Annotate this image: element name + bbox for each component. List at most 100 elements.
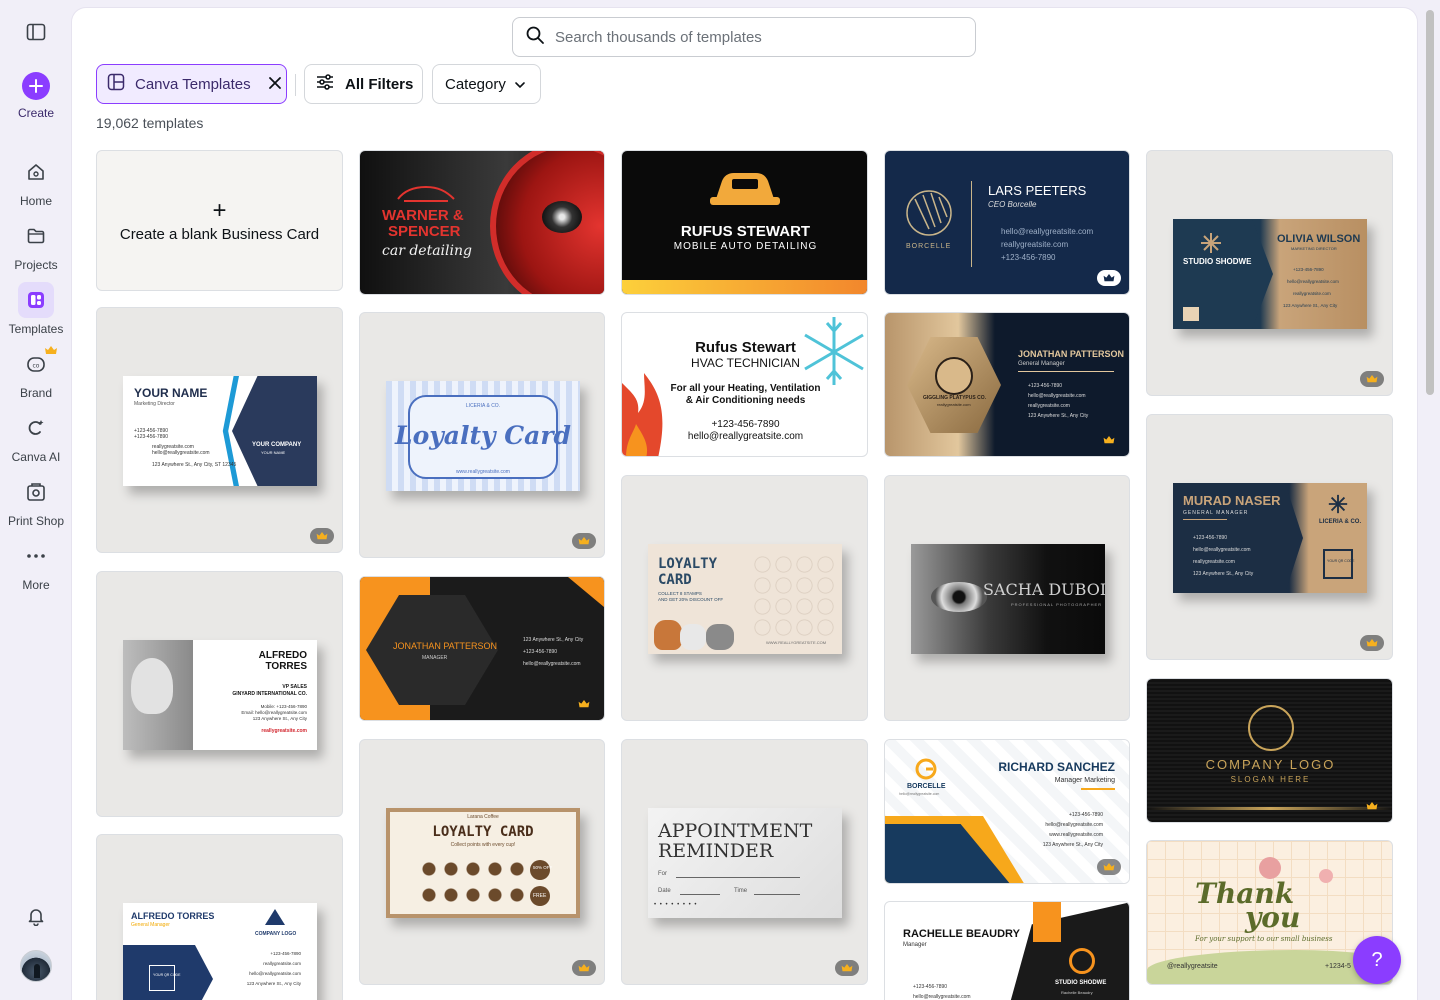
template-card-jonathan-patterson-orange[interactable]: JONATHAN PATTERSON MANAGER 123 Anywhere … xyxy=(359,576,605,721)
category-dropdown[interactable]: Category xyxy=(432,64,541,104)
card-field-label: For xyxy=(658,871,667,877)
card-preview: Larana Coffee LOYALTY CARD Collect point… xyxy=(386,808,580,918)
card-email: hello@reallygreatsite.com xyxy=(1001,227,1094,236)
template-card-company-logo[interactable]: COMPANY LOGO SLOGAN HERE xyxy=(1146,678,1393,823)
card-role: PROFESSIONAL PHOTOGRAPHER xyxy=(1011,602,1103,607)
card-preview: ALFREDO TORRES VP SALES GINYARD INTERNAT… xyxy=(123,640,317,750)
card-role: VP SALES xyxy=(282,684,307,690)
card-phone: +123-456-7890 xyxy=(1293,267,1324,272)
toggle-sidebar-button[interactable] xyxy=(0,14,72,50)
template-card-alfredo-torres-2[interactable]: ALFREDO TORRES General Manager COMPANY L… xyxy=(96,834,343,1000)
card-web: reallygreatsite.com xyxy=(937,402,971,407)
category-label: Category xyxy=(445,75,506,93)
all-filters-label: All Filters xyxy=(345,75,414,93)
card-preview: YOUR NAME Marketing Director +123-456-78… xyxy=(123,376,317,486)
template-card-sacha-dubois[interactable]: SACHA DUBOIS PROFESSIONAL PHOTOGRAPHER xyxy=(884,475,1130,721)
template-card-rufus-stewart-hvac[interactable]: Rufus Stewart HVAC TECHNICIAN For all yo… xyxy=(621,312,868,457)
all-filters-button[interactable]: All Filters xyxy=(304,64,423,104)
card-name: RUFUS STEWART xyxy=(680,223,811,240)
card-address: 123 Anywhere St., Any City xyxy=(1283,303,1338,308)
template-card-richard-sanchez[interactable]: BORCELLE hello@reallygreatsite.com RICHA… xyxy=(884,739,1130,884)
template-card-loyalty-card-blue[interactable]: LICERIA & CO. Loyalty Card www.reallygre… xyxy=(359,312,605,558)
template-card-jonathan-patterson-gold[interactable]: GIGGLING PLATYPUS CO. reallygreatsite.co… xyxy=(884,312,1130,457)
print-shop-icon xyxy=(18,474,54,510)
scrollbar[interactable] xyxy=(1426,10,1434,395)
card-preview: STUDIO SHODWE OLIVIA WILSON MARKETING DI… xyxy=(1173,219,1367,329)
card-title: Loyalty Card xyxy=(394,421,571,450)
studio-logo-icon xyxy=(1201,233,1221,253)
nav-home[interactable]: Home xyxy=(0,154,72,208)
card-brand: BORCELLE xyxy=(906,243,952,250)
card-email: hello@reallygreatsite.com xyxy=(1287,279,1339,284)
card-title: LOYALTY xyxy=(658,556,718,572)
template-card-rachelle-beaudry[interactable]: RACHELLE BEAUDRY Manager +123-456-7890 h… xyxy=(884,901,1130,1000)
card-brand-sub: Rachelle Beaudry xyxy=(1061,990,1093,995)
card-role: MANAGER xyxy=(422,655,448,661)
template-card-warner-spencer[interactable]: WARNER & SPENCER car detailing xyxy=(359,150,605,295)
template-card-rufus-stewart-auto[interactable]: RUFUS STEWART MOBILE AUTO DETAILING xyxy=(621,150,868,295)
premium-crown-icon xyxy=(45,343,57,361)
card-preview: SACHA DUBOIS PROFESSIONAL PHOTOGRAPHER xyxy=(911,544,1105,654)
canva-templates-filter-chip[interactable]: Canva Templates xyxy=(96,64,287,104)
premium-crown-icon xyxy=(572,533,596,549)
card-name: JONATHAN PATTERSON xyxy=(1018,349,1125,359)
search-input[interactable] xyxy=(555,28,955,46)
templates-panel: Canva Templates All Filters Category 19,… xyxy=(72,8,1417,1000)
brand-label: Brand xyxy=(19,386,53,400)
template-card-loyalty-card-coffee[interactable]: Larana Coffee LOYALTY CARD Collect point… xyxy=(359,739,605,985)
premium-crown-icon xyxy=(572,960,596,976)
nav-canva-ai[interactable]: Canva AI xyxy=(0,410,72,464)
template-card-alfredo-torres[interactable]: ALFREDO TORRES VP SALES GINYARD INTERNAT… xyxy=(96,571,343,817)
card-preview: LICERIA & CO. Loyalty Card www.reallygre… xyxy=(386,381,580,491)
card-role: GENERAL MANAGER xyxy=(1183,510,1249,516)
card-title: you xyxy=(1245,901,1301,934)
card-company: YOUR COMPANY xyxy=(252,442,302,448)
card-role: MARKETING DIRECTOR xyxy=(1291,246,1337,251)
card-brand: LICERIA & CO. xyxy=(465,403,501,409)
card-email: hello@reallygreatsite.com xyxy=(523,661,581,667)
card-phone: +123-456-7890 xyxy=(1001,253,1056,262)
create-button[interactable]: Create xyxy=(0,72,72,120)
card-name: RICHARD SANCHEZ xyxy=(998,760,1115,774)
card-email: Email: hello@reallygreatsite.com xyxy=(241,710,307,715)
canva-ai-icon xyxy=(18,410,54,446)
card-role: Manager Marketing xyxy=(1054,777,1115,784)
card-qr: YOUR QR CODE xyxy=(1327,559,1355,563)
car-logo-icon xyxy=(397,185,455,202)
card-web: reallygreatsite.com xyxy=(1001,240,1069,249)
templates-label: Templates xyxy=(8,322,64,336)
card-phone: +123-456-7890 xyxy=(270,951,301,956)
nav-print-shop[interactable]: Print Shop xyxy=(0,474,72,528)
card-web: reallygreatsite.com xyxy=(261,728,307,734)
template-card-your-name[interactable]: YOUR NAME Marketing Director +123-456-78… xyxy=(96,307,343,553)
template-card-olivia-wilson[interactable]: STUDIO SHODWE OLIVIA WILSON MARKETING DI… xyxy=(1146,150,1393,396)
card-title: CARD xyxy=(658,572,692,588)
template-card-lars-peeters[interactable]: BORCELLE LARS PEETERS CEO Borcelle hello… xyxy=(884,150,1130,295)
borcelle-logo-icon xyxy=(915,758,937,780)
premium-crown-icon xyxy=(1097,432,1121,448)
user-avatar[interactable] xyxy=(20,950,52,982)
create-blank-card[interactable]: + Create a blank Business Card xyxy=(96,150,343,291)
home-icon xyxy=(18,154,54,190)
search-icon xyxy=(525,25,545,50)
remove-filter-close-icon[interactable] xyxy=(268,76,281,93)
nav-more[interactable]: More xyxy=(0,538,72,592)
chevron-down-icon xyxy=(514,76,526,93)
liceria-logo-icon xyxy=(1328,494,1348,514)
template-card-appointment-reminder[interactable]: APPOINTMENT REMINDER For Date Time • • •… xyxy=(621,739,868,985)
search-bar[interactable] xyxy=(512,17,976,57)
nav-brand[interactable]: co Brand xyxy=(0,346,72,400)
template-card-loyalty-card-dogs[interactable]: LOYALTY CARD COLLECT 8 STAMPS AND GET 20… xyxy=(621,475,868,721)
nav-projects[interactable]: Projects xyxy=(0,218,72,272)
card-phone: +1234-5 xyxy=(1325,963,1351,970)
notifications-button[interactable] xyxy=(0,898,72,934)
premium-crown-icon xyxy=(1360,371,1384,387)
nav-templates[interactable]: Templates xyxy=(0,282,72,336)
card-subtitle: MOBILE AUTO DETAILING xyxy=(673,241,818,252)
card-brand: STUDIO SHODWE xyxy=(1055,980,1107,986)
template-card-murad-naser[interactable]: MURAD NASER GENERAL MANAGER +123-456-789… xyxy=(1146,414,1393,660)
template-layout-icon xyxy=(107,73,125,95)
card-name: LARS PEETERS xyxy=(988,183,1087,198)
card-name: TORRES xyxy=(265,661,308,672)
help-button[interactable]: ? xyxy=(1353,936,1401,984)
